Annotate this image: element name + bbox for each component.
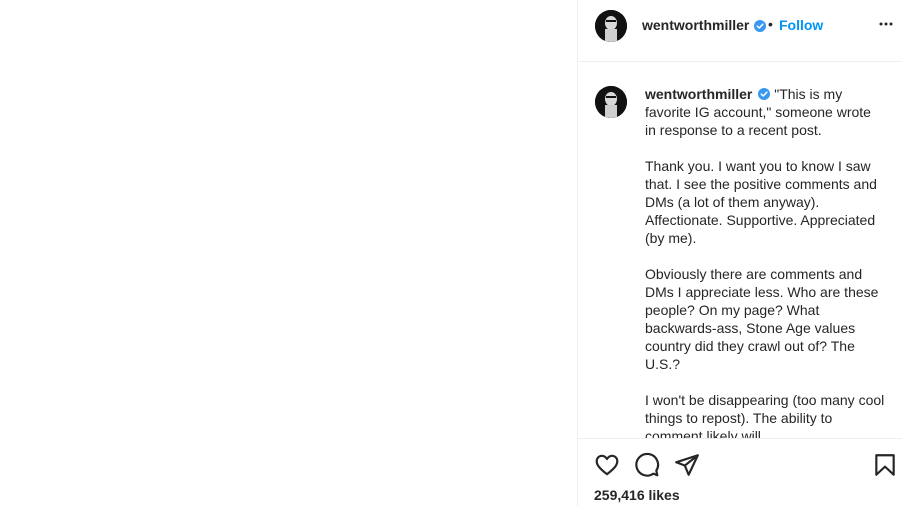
paper-plane-icon[interactable] [674, 452, 700, 478]
header-username[interactable]: wentworthmiller [642, 17, 749, 33]
verified-badge-icon [750, 18, 766, 36]
likes-count[interactable]: 259,416 likes [594, 487, 680, 503]
follow-button[interactable]: Follow [779, 17, 823, 33]
instagram-post: wentworthmiller • Follow wentworthmiller… [0, 0, 902, 506]
heart-icon[interactable] [594, 452, 620, 478]
comment-icon[interactable] [634, 452, 660, 478]
post-caption: wentworthmiller "This is my favorite IG … [645, 85, 885, 439]
post-actions [578, 440, 902, 484]
verified-badge-icon [754, 86, 771, 102]
caption-username[interactable]: wentworthmiller [645, 86, 752, 102]
post-side-panel: wentworthmiller • Follow wentworthmiller… [577, 0, 902, 506]
caption-text: "This is my favorite IG account," someon… [645, 86, 885, 439]
post-header: wentworthmiller • Follow [578, 0, 902, 62]
bookmark-icon[interactable] [872, 452, 898, 478]
more-options-icon[interactable] [878, 16, 894, 32]
comments-section[interactable]: wentworthmiller "This is my favorite IG … [578, 62, 902, 439]
post-media[interactable] [0, 0, 577, 506]
avatar[interactable] [595, 10, 627, 42]
header-separator: • [768, 16, 773, 32]
caption-avatar[interactable] [595, 86, 627, 118]
